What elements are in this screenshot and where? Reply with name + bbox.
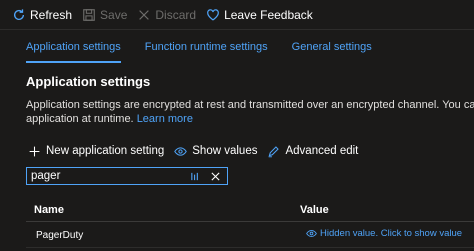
learn-more-link[interactable]: Learn more	[137, 113, 193, 125]
tab-application-settings[interactable]: Application settings	[26, 34, 121, 66]
heart-icon	[207, 8, 219, 21]
settings-grid-header: Name Value	[26, 196, 474, 222]
show-values-label: Show values	[192, 145, 258, 157]
clear-filter-icon[interactable]	[207, 168, 223, 184]
show-values-button[interactable]: Show values	[174, 145, 257, 158]
command-bar: Refresh Save Discard Leave Feedback	[0, 0, 474, 30]
discard-button[interactable]: Discard	[137, 0, 196, 30]
new-application-setting-label: New application setting	[46, 145, 165, 157]
description-line-1: Application settings are encrypted at re…	[26, 99, 474, 111]
refresh-button[interactable]: Refresh	[12, 0, 72, 30]
filter-input[interactable]	[27, 168, 187, 184]
filter-options-icon[interactable]	[187, 168, 203, 184]
column-header-name[interactable]: Name	[34, 204, 64, 216]
description-line-2: application at runtime. Learn more	[26, 112, 474, 126]
pencil-icon	[269, 145, 280, 157]
eye-icon	[174, 146, 188, 156]
tab-function-runtime-settings[interactable]: Function runtime settings	[145, 34, 268, 66]
leave-feedback-button[interactable]: Leave Feedback	[206, 0, 313, 30]
save-icon	[83, 8, 95, 21]
column-header-value[interactable]: Value	[300, 204, 329, 216]
refresh-label: Refresh	[30, 7, 73, 22]
filter-box	[26, 167, 228, 185]
leave-feedback-label: Leave Feedback	[224, 7, 313, 22]
settings-actions: New application setting Show values Adva…	[28, 142, 368, 160]
hidden-value-link[interactable]: Hidden value. Click to show value	[306, 228, 462, 239]
advanced-edit-button[interactable]: Advanced edit	[267, 145, 358, 158]
table-row[interactable]: PagerDuty Hidden value. Click to show va…	[26, 222, 474, 248]
hidden-value-label: Hidden value. Click to show value	[320, 228, 463, 239]
description-line-2-text: application at runtime.	[26, 113, 134, 125]
save-label: Save	[100, 7, 128, 22]
plus-icon	[29, 146, 40, 156]
tab-general-settings[interactable]: General settings	[292, 34, 372, 66]
section-description: Application settings are encrypted at re…	[26, 98, 474, 126]
section-title: Application settings	[26, 74, 151, 89]
save-button[interactable]: Save	[82, 0, 127, 30]
new-application-setting-button[interactable]: New application setting	[28, 145, 164, 158]
discard-label: Discard	[155, 7, 197, 22]
settings-tabs: Application settings Function runtime se…	[0, 34, 474, 66]
eye-icon	[306, 229, 317, 238]
refresh-icon	[13, 8, 25, 20]
advanced-edit-label: Advanced edit	[285, 145, 359, 157]
setting-name: PagerDuty	[36, 230, 84, 241]
close-icon	[139, 9, 150, 20]
